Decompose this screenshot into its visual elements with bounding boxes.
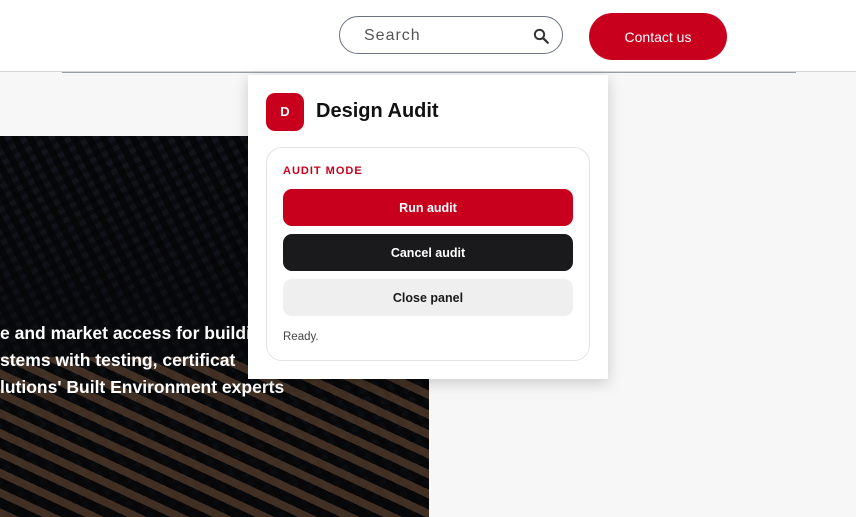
run-audit-button[interactable]: Run audit [283,189,573,226]
audit-mode-card: AUDIT MODE Run audit Cancel audit Close … [266,147,590,361]
search-icon[interactable] [532,27,550,45]
audit-logo-badge: D [266,93,304,131]
header-underline [62,72,796,73]
contact-us-button[interactable]: Contact us [589,13,727,60]
search-box[interactable] [339,16,563,54]
cancel-audit-button[interactable]: Cancel audit [283,234,573,271]
design-audit-panel: D Design Audit AUDIT MODE Run audit Canc… [248,75,608,379]
close-panel-button[interactable]: Close panel [283,279,573,316]
audit-mode-label: AUDIT MODE [283,165,363,177]
search-input[interactable] [362,25,526,47]
status-text: Ready. [283,331,319,343]
top-bar: Contact us [0,0,856,72]
panel-title: Design Audit [316,100,439,122]
